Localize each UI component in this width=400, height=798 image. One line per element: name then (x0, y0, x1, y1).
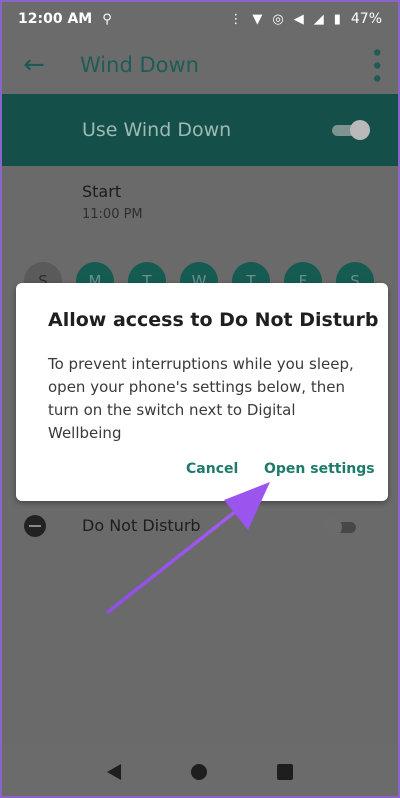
screen-frame: 12:00 AM ⚲ ⋮ ▼ ◎ ◀ ◢ ▮ 47% ← Wind Down •… (0, 0, 400, 798)
nav-back-icon[interactable] (107, 764, 121, 780)
nav-recents-icon[interactable] (277, 764, 293, 780)
volume-icon: ◀ (293, 11, 304, 27)
permission-dialog: Allow access to Do Not Disturb To preven… (16, 283, 388, 501)
nav-home-icon[interactable] (191, 764, 207, 780)
more-options-icon[interactable]: ••• (363, 46, 388, 85)
hotspot-icon: ◎ (272, 11, 284, 27)
cancel-button[interactable]: Cancel (186, 461, 238, 477)
battery-percent: 47% (350, 11, 382, 27)
dialog-title: Allow access to Do Not Disturb (48, 309, 379, 331)
switch-knob (350, 120, 370, 140)
wifi-icon: ▼ (252, 11, 263, 27)
vibrate-icon: ⋮ (229, 11, 243, 27)
switch-knob (322, 517, 342, 537)
page-title: Wind Down (80, 53, 199, 77)
use-wind-down-label: Use Wind Down (82, 119, 232, 141)
battery-icon: ▮ (333, 11, 341, 27)
status-bar: 12:00 AM ⚲ ⋮ ▼ ◎ ◀ ◢ ▮ 47% (2, 2, 398, 36)
back-arrow-icon[interactable]: ← (2, 50, 66, 80)
do-not-disturb-row[interactable]: Do Not Disturb (2, 507, 398, 545)
start-setting[interactable]: Start 11:00 PM (82, 182, 143, 222)
signal-icon: ◢ (313, 11, 324, 27)
open-settings-button[interactable]: Open settings (264, 461, 375, 477)
start-time: 11:00 PM (82, 207, 143, 222)
navigation-bar (2, 744, 398, 796)
location-icon: ⚲ (102, 11, 112, 27)
do-not-disturb-switch[interactable] (322, 516, 360, 538)
status-icons: ⋮ ▼ ◎ ◀ ◢ ▮ 47% (229, 11, 382, 27)
do-not-disturb-icon (24, 515, 46, 537)
do-not-disturb-label: Do Not Disturb (82, 516, 201, 535)
use-wind-down-switch[interactable] (328, 119, 370, 141)
dialog-message: To prevent interruptions while you sleep… (48, 355, 354, 442)
use-wind-down-row[interactable]: Use Wind Down (2, 94, 398, 166)
start-label: Start (82, 182, 122, 201)
app-bar: ← Wind Down ••• (2, 36, 398, 94)
status-time: 12:00 AM (18, 11, 93, 27)
